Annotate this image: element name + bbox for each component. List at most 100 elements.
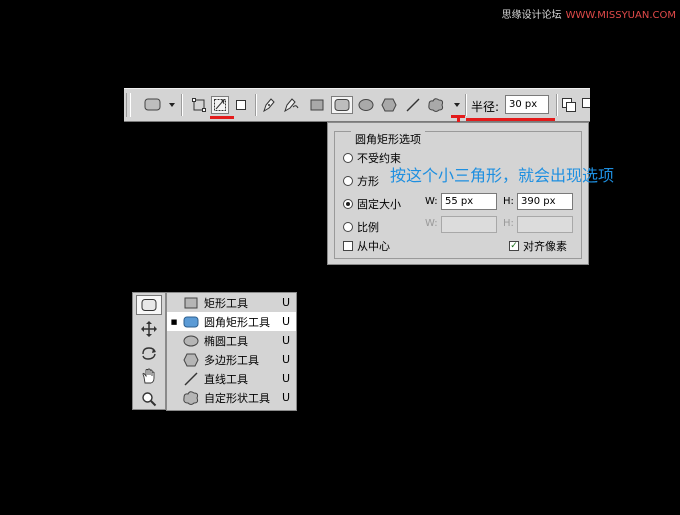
polygon-tool-button[interactable] [380, 96, 398, 114]
watermark: 思缘设计论坛 WWW.MISSYUAN.COM [502, 6, 676, 21]
from-center-label: 从中心 [357, 240, 390, 253]
snap-to-pixels-label: 对齐像素 [523, 240, 567, 253]
ratio-height-label: H: [503, 218, 514, 229]
flyout-item-polygon-tool[interactable]: 多边形工具 U [167, 350, 296, 369]
toolbar-divider [255, 94, 257, 116]
flyout-item-rectangle-tool[interactable]: 矩形工具 U [167, 293, 296, 312]
flyout-item-shortcut: U [282, 372, 291, 385]
geometry-options-dropdown-arrow[interactable] [454, 103, 460, 107]
ellipse-tool-button[interactable] [357, 96, 375, 114]
fixed-size-radio[interactable] [343, 199, 353, 209]
flyout-item-line-tool[interactable]: 直线工具 U [167, 369, 296, 388]
rotate-view-icon [142, 347, 156, 360]
fill-pixels-icon [236, 100, 246, 110]
snap-to-pixels-option[interactable]: ✓ 对齐像素 [509, 238, 567, 254]
fixed-width-field[interactable]: 55 px [441, 193, 497, 210]
rounded-rectangle-icon [144, 98, 161, 111]
option-fixed-size[interactable]: 固定大小 [343, 196, 401, 212]
subtract-shape-icon [582, 98, 590, 108]
zoom-icon [142, 392, 157, 407]
flyout-item-label: 椭圆工具 [204, 334, 248, 348]
polygon-icon [381, 98, 397, 112]
shape-layers-mode-button[interactable] [190, 96, 208, 114]
custom-shape-icon [428, 98, 444, 112]
from-center-option[interactable]: 从中心 [343, 238, 390, 254]
fixed-height-field[interactable]: 390 px [517, 193, 573, 210]
rounded-rectangle-icon [141, 299, 157, 311]
unconstrained-radio[interactable] [343, 153, 353, 163]
square-radio[interactable] [343, 176, 353, 186]
paths-mode-button[interactable] [211, 96, 229, 114]
from-center-checkbox[interactable] [343, 241, 353, 251]
hand-icon [142, 368, 155, 384]
ratio-width-label: W: [425, 218, 438, 229]
options-group: 圆角矩形选项 不受约束 方形 固定大小 比例 从中心 W: 55 px H: 3… [334, 131, 582, 259]
flyout-item-rounded-rectangle-tool[interactable]: ■ 圆角矩形工具 U [167, 312, 296, 331]
annotation-text: 按这个小三角形，就会出现选项 [390, 166, 615, 185]
watermark-url: WWW.MISSYUAN.COM [565, 10, 676, 21]
custom-shape-tool-button[interactable] [427, 96, 445, 114]
snap-to-pixels-checkbox[interactable]: ✓ [509, 241, 519, 251]
option-label: 比例 [357, 221, 379, 234]
tools-panel [132, 292, 166, 410]
fixed-width-label: W: [425, 196, 438, 207]
flyout-item-label: 圆角矩形工具 [204, 315, 270, 329]
freeform-pen-tool-button[interactable] [282, 96, 300, 114]
zoom-tool-slot[interactable] [136, 389, 162, 409]
rectangle-icon [310, 99, 324, 111]
rounded-rectangle-tool-button[interactable] [331, 96, 353, 114]
flyout-item-label: 直线工具 [204, 372, 248, 386]
shape-layers-icon [192, 98, 206, 112]
option-label: 方形 [357, 175, 379, 188]
ellipse-icon [181, 333, 201, 349]
flyout-item-custom-shape-tool[interactable]: 自定形状工具 U [167, 388, 296, 407]
rotate-view-tool-slot[interactable] [136, 343, 162, 363]
flyout-item-label: 多边形工具 [204, 353, 259, 367]
line-tool-button[interactable] [404, 96, 422, 114]
radius-underline [466, 118, 555, 121]
ratio-height-field [517, 216, 573, 233]
shape-tool-slot[interactable] [136, 295, 162, 315]
check-icon: ✓ [510, 240, 518, 251]
rounded-rectangle-options-popup: 圆角矩形选项 不受约束 方形 固定大小 比例 从中心 W: 55 px H: 3… [327, 122, 589, 265]
selected-bullet: ■ [170, 317, 178, 326]
preset-dropdown-arrow[interactable] [169, 103, 175, 107]
tool-preset-picker[interactable] [142, 96, 164, 114]
radius-input[interactable]: 30 px [505, 95, 549, 114]
rectangle-icon [181, 295, 201, 311]
rectangle-tool-button[interactable] [308, 96, 326, 114]
option-label: 固定大小 [357, 198, 401, 211]
polygon-icon [181, 352, 201, 368]
custom-shape-icon [181, 390, 201, 406]
rounded-rectangle-icon [181, 314, 201, 330]
paths-mode-underline [210, 116, 234, 119]
combine-shape-mode-button[interactable] [560, 96, 578, 114]
proportional-radio[interactable] [343, 222, 353, 232]
watermark-site-name: 思缘设计论坛 [501, 10, 562, 21]
path-selection-tool-slot[interactable] [136, 319, 162, 339]
freeform-pen-icon [284, 98, 299, 113]
toolbar-divider [465, 94, 467, 116]
flyout-item-shortcut: U [282, 391, 291, 404]
hand-tool-slot[interactable] [136, 366, 162, 386]
rounded-rectangle-icon [334, 99, 350, 111]
flyout-item-ellipse-tool[interactable]: 椭圆工具 U [167, 331, 296, 350]
shape-tools-flyout: 矩形工具 U ■ 圆角矩形工具 U 椭圆工具 U 多边形工具 U 直线工具 U … [166, 292, 297, 411]
option-proportional[interactable]: 比例 [343, 219, 379, 235]
flyout-item-label: 矩形工具 [204, 296, 248, 310]
line-icon [181, 371, 201, 387]
options-group-title: 圆角矩形选项 [351, 131, 425, 147]
flyout-item-shortcut: U [282, 315, 291, 328]
paths-icon [214, 99, 226, 111]
flyout-item-label: 自定形状工具 [204, 391, 270, 405]
pen-tool-button[interactable] [260, 96, 278, 114]
pen-icon [263, 98, 275, 113]
fixed-height-label: H: [503, 196, 514, 207]
subtract-shape-mode-button[interactable] [581, 96, 590, 114]
option-square[interactable]: 方形 [343, 173, 379, 189]
add-to-shape-icon [562, 98, 576, 112]
radius-label: 半径: [471, 100, 500, 114]
toolbar-grip[interactable] [126, 93, 131, 117]
options-toolbar: 半径: 30 px [124, 88, 590, 122]
fill-pixels-mode-button[interactable] [232, 96, 250, 114]
